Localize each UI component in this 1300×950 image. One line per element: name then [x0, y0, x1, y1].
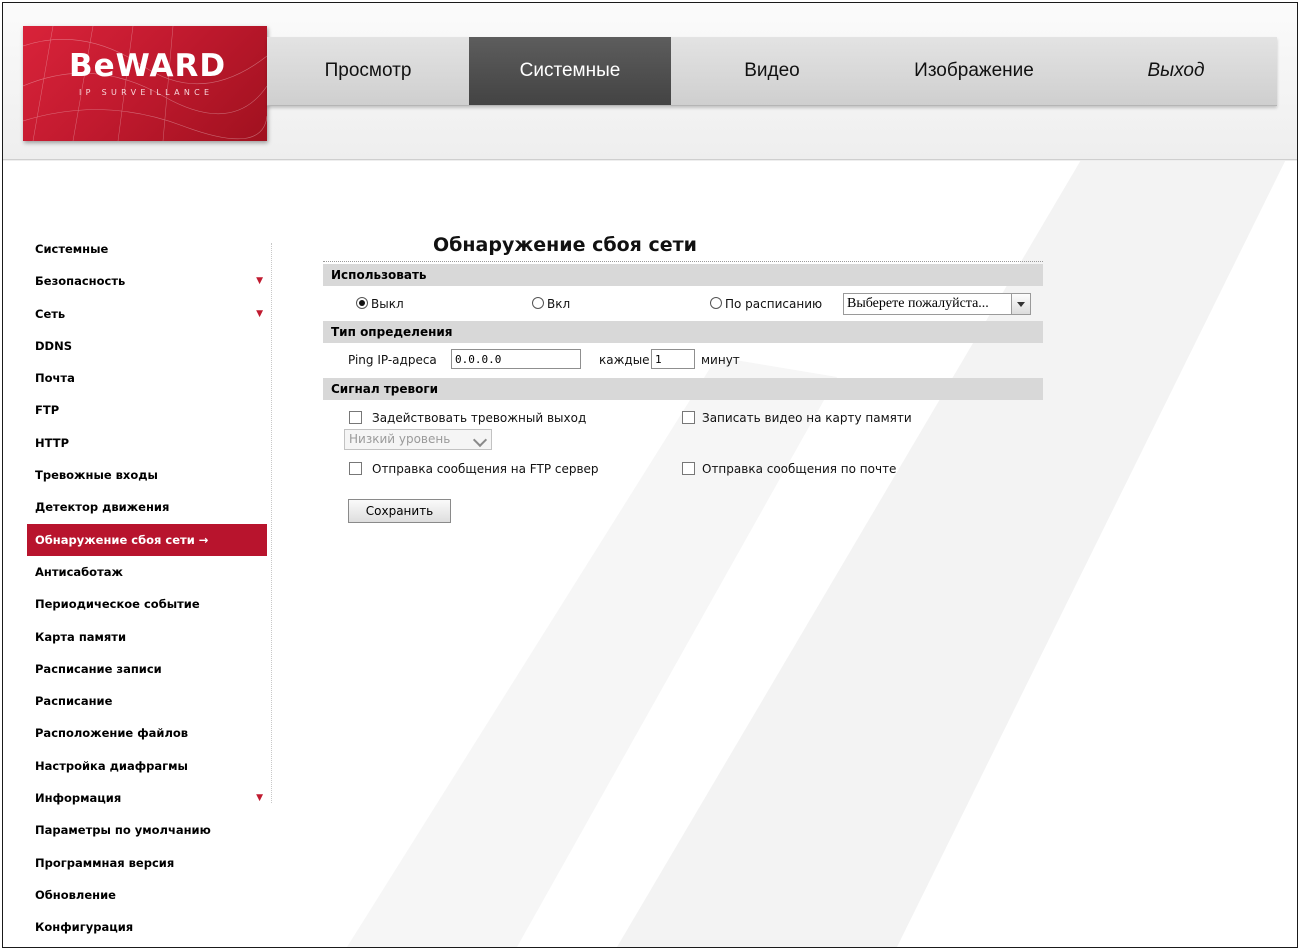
sidebar-item-ddns[interactable]: DDNS [27, 330, 267, 362]
expand-arrow-icon[interactable]: ▼ [256, 782, 263, 814]
sidebar-item-update[interactable]: Обновление [27, 879, 267, 911]
minutes-label: минут [701, 353, 740, 367]
sidebar-item-ftp[interactable]: FTP [27, 394, 267, 426]
sidebar-item-configuration[interactable]: Конфигурация [27, 911, 267, 943]
ping-ip-input[interactable] [451, 349, 581, 369]
radio-off[interactable] [356, 297, 368, 309]
expand-arrow-icon[interactable]: ▼ [256, 265, 263, 297]
sidebar-item-label: Сеть [35, 306, 66, 321]
sidebar-item-label: Детектор движения [35, 500, 170, 515]
sidebar-divider [271, 243, 272, 803]
sidebar-item-iris-settings[interactable]: Настройка диафрагмы [27, 750, 267, 782]
sidebar-item-label: Почта [35, 371, 75, 386]
sidebar-item-firmware-version[interactable]: Программная версия [27, 847, 267, 879]
sidebar-item-schedule[interactable]: Расписание [27, 685, 267, 717]
sidebar-item-label: Карта памяти [35, 629, 127, 644]
sidebar-item-defaults[interactable]: Параметры по умолчанию [27, 814, 267, 846]
sidebar-item-file-location[interactable]: Расположение файлов [27, 717, 267, 749]
camera-web-interface: BeWARD IP SURVEILLANCE Просмотр Системны… [2, 2, 1298, 948]
expand-arrow-icon[interactable]: ▼ [256, 298, 263, 330]
sidebar-item-label: Периодическое событие [35, 597, 200, 612]
sidebar-item-motion-detection[interactable]: Детектор движения [27, 491, 267, 523]
sidebar-item-label: Расписание записи [35, 661, 162, 676]
sidebar-item-security[interactable]: Безопасность ▼ [27, 265, 267, 297]
sidebar-item-label: Антисаботаж [35, 564, 123, 579]
ping-label: Ping IP-адреса [348, 353, 437, 367]
sidebar-item-label: Настройка диафрагмы [35, 758, 188, 773]
output-level-select[interactable]: Низкий уровень [344, 429, 492, 450]
sidebar-item-label: Расписание [35, 694, 113, 709]
radio-on-label: Вкл [547, 297, 571, 311]
sidebar-item-record-schedule[interactable]: Расписание записи [27, 653, 267, 685]
nav-video[interactable]: Видео [671, 37, 873, 105]
save-button[interactable]: Сохранить [348, 499, 451, 523]
radio-schedule[interactable] [710, 297, 722, 309]
sidebar-item-label: Обновление [35, 887, 116, 902]
top-navigation: Просмотр Системные Видео Изображение Вых… [267, 37, 1277, 106]
nav-image[interactable]: Изображение [873, 37, 1075, 105]
nav-view[interactable]: Просмотр [267, 37, 469, 105]
sidebar-item-label: Конфигурация [35, 920, 134, 935]
schedule-select-value: Выберете пожалуйста... [847, 296, 989, 311]
page-title: Обнаружение сбоя сети [433, 234, 697, 256]
logo-subtitle: IP SURVEILLANCE [79, 88, 214, 97]
beward-logo: BeWARD IP SURVEILLANCE [23, 26, 267, 141]
sidebar-item-label: HTTP [35, 435, 70, 450]
title-divider [323, 261, 1043, 262]
sidebar-item-label: Информация [35, 791, 122, 806]
record-sd-checkbox[interactable] [682, 411, 695, 424]
radio-on[interactable] [532, 297, 544, 309]
sidebar-item-label: DDNS [35, 338, 72, 353]
sidebar-item-mail[interactable]: Почта [27, 362, 267, 394]
sidebar-item-label: Параметры по умолчанию [35, 823, 211, 838]
sidebar-item-label: Безопасность [35, 274, 126, 289]
schedule-select[interactable]: Выберете пожалуйста... [843, 293, 1031, 315]
radio-off-label: Выкл [371, 297, 404, 311]
sidebar-item-alarm-inputs[interactable]: Тревожные входы [27, 459, 267, 491]
sidebar-item-memory-card[interactable]: Карта памяти [27, 621, 267, 653]
interval-input[interactable] [651, 349, 695, 369]
ftp-message-checkbox[interactable] [349, 462, 362, 475]
nav-logout[interactable]: Выход [1075, 37, 1277, 105]
dropdown-arrow-icon[interactable] [1011, 294, 1030, 314]
section-alarm-header: Сигнал тревоги [323, 378, 1043, 400]
chevron-down-icon [472, 432, 488, 448]
header-divider [3, 159, 1297, 160]
sidebar-item-network[interactable]: Сеть ▼ [27, 298, 267, 330]
alarm-output-checkbox[interactable] [349, 411, 362, 424]
sidebar-item-label: Тревожные входы [35, 468, 158, 483]
alarm-output-label: Задействовать тревожный выход [372, 411, 587, 425]
sidebar-item-label: Системные [35, 242, 109, 256]
nav-system[interactable]: Системные [469, 37, 671, 105]
section-detect-header: Тип определения [323, 321, 1043, 343]
sidebar-menu: Системные Безопасность ▼ Сеть ▼ DDNS Почта… [27, 233, 277, 944]
sidebar-item-information[interactable]: Информация ▼ [27, 782, 267, 814]
sidebar-item-network-failure[interactable]: Обнаружение сбоя сети → [27, 523, 267, 556]
output-level-value: Низкий уровень [349, 432, 451, 446]
sidebar-item-label: Программная версия [35, 855, 175, 870]
ftp-message-label: Отправка сообщения на FTP сервер [372, 462, 599, 476]
sidebar-item-label: FTP [35, 403, 60, 418]
mail-message-checkbox[interactable] [682, 462, 695, 475]
sidebar-item-http[interactable]: HTTP [27, 427, 267, 459]
logo-text: BeWARD [69, 48, 227, 84]
sidebar-item-label: Обнаружение сбоя сети → [35, 532, 209, 547]
every-label: каждые [599, 353, 650, 367]
record-sd-label: Записать видео на карту памяти [702, 411, 912, 425]
sidebar-item-label: Расположение файлов [35, 726, 189, 741]
mail-message-label: Отправка сообщения по почте [702, 462, 897, 476]
sidebar-item-periodic-event[interactable]: Периодическое событие [27, 588, 267, 620]
sidebar-item-tamper[interactable]: Антисаботаж [27, 556, 267, 588]
sidebar-item-system[interactable]: Системные [27, 233, 267, 265]
radio-schedule-label: По расписанию [725, 297, 823, 311]
section-use-header: Использовать [323, 264, 1043, 286]
